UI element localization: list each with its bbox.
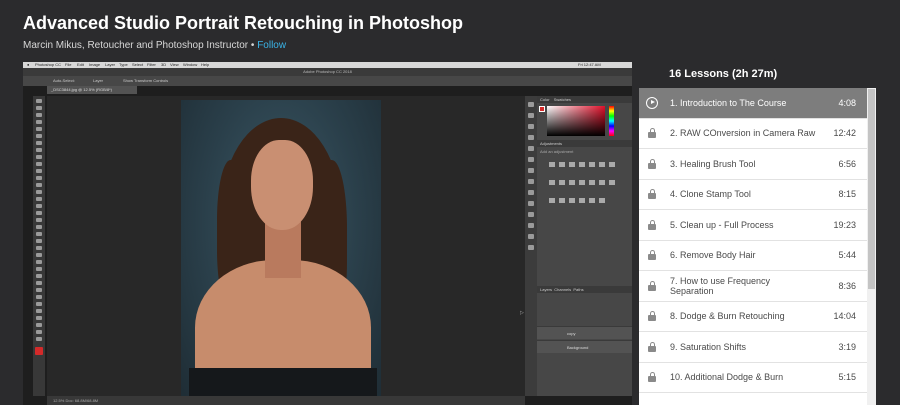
lesson-title: 5. Clean up - Full Process bbox=[670, 219, 774, 230]
hue-slider bbox=[609, 106, 614, 136]
lesson-item[interactable]: 2. RAW COnversion in Camera Raw 12:42 bbox=[639, 119, 867, 149]
lesson-duration: 14:04 bbox=[833, 311, 856, 322]
lesson-title: 8. Dodge & Burn Retouching bbox=[670, 311, 785, 322]
lessons-header: 16 Lessons (2h 27m) bbox=[669, 68, 778, 80]
menu-item: Help bbox=[201, 62, 210, 67]
tab-color: Color bbox=[540, 97, 550, 102]
lesson-duration: 8:36 bbox=[838, 280, 856, 291]
lock-icon bbox=[646, 188, 658, 200]
option-label: Layer bbox=[93, 78, 104, 83]
adjustments-header: Adjustments bbox=[537, 140, 632, 147]
cursor-icon: ▷ bbox=[520, 310, 524, 316]
tab-paths: Paths bbox=[573, 287, 584, 292]
tools-panel bbox=[33, 96, 45, 396]
option-label: Show Transform Controls bbox=[123, 78, 169, 83]
lesson-title: 9. Saturation Shifts bbox=[670, 341, 747, 352]
lesson-item[interactable]: 9. Saturation Shifts 3:19 bbox=[639, 332, 867, 363]
lesson-duration: 12:42 bbox=[833, 128, 856, 139]
tab-swatches: Swatches bbox=[553, 97, 572, 102]
layer-row: Background bbox=[537, 340, 632, 353]
lesson-duration: 4:08 bbox=[838, 97, 856, 108]
adjustments-subtitle: Add an adjustment bbox=[540, 149, 574, 154]
lesson-item[interactable]: 7. How to use Frequency Separation 8:36 bbox=[639, 271, 867, 302]
lesson-title: 10. Additional Dodge & Burn bbox=[670, 372, 784, 383]
author-name[interactable]: Marcin Mikus, Retoucher and Photoshop In… bbox=[23, 40, 248, 51]
portrait-photo bbox=[181, 100, 381, 405]
lock-icon bbox=[646, 310, 658, 322]
right-panels: Color Swatches Adjustments Add an adjust… bbox=[537, 96, 632, 396]
status-bar: 12.5% Doc: 68.8M/68.8M bbox=[47, 396, 525, 405]
lesson-item[interactable]: 4. Clone Stamp Tool 8:15 bbox=[639, 180, 867, 210]
lesson-title: 6. Remove Body Hair bbox=[670, 250, 756, 261]
lock-icon bbox=[646, 249, 658, 261]
lesson-duration: 19:23 bbox=[833, 219, 856, 230]
lesson-duration: 5:15 bbox=[838, 372, 856, 383]
foreground-color-swatch bbox=[539, 106, 545, 112]
option-label: Auto-Select: bbox=[53, 78, 75, 83]
lesson-item[interactable]: 8. Dodge & Burn Retouching 14:04 bbox=[639, 302, 867, 332]
document-tab: _DSC3844.jpg @ 12.5% (RGB/8*) bbox=[47, 86, 137, 94]
lesson-item[interactable]: 1. Introduction to The Course 4:08 bbox=[639, 88, 867, 119]
menu-item: Window bbox=[183, 62, 198, 67]
layers-panel-tabs: Layers Channels Paths bbox=[537, 286, 632, 293]
menu-item: Select bbox=[132, 62, 144, 67]
lesson-title: 1. Introduction to The Course bbox=[670, 97, 787, 108]
lesson-list: 1. Introduction to The Course 4:08 2. RA… bbox=[639, 88, 867, 405]
menu-item: Type bbox=[119, 62, 128, 67]
follow-button[interactable]: Follow bbox=[257, 40, 286, 51]
lock-icon bbox=[646, 280, 658, 292]
lesson-item[interactable]: 6. Remove Body Hair 5:44 bbox=[639, 241, 867, 271]
lesson-list-scrollbar[interactable] bbox=[867, 88, 876, 405]
lesson-duration: 3:19 bbox=[838, 341, 856, 352]
menu-item: Edit bbox=[77, 62, 84, 67]
adjustment-icons bbox=[547, 156, 617, 210]
menu-item: Filter bbox=[147, 62, 156, 67]
menu-item: File bbox=[65, 62, 72, 67]
lock-icon bbox=[646, 127, 658, 139]
lesson-duration: 6:56 bbox=[838, 158, 856, 169]
menu-item: Photoshop CC bbox=[35, 62, 62, 67]
lesson-duration: 5:44 bbox=[838, 250, 856, 261]
lesson-duration: 8:15 bbox=[838, 189, 856, 200]
menu-item: View bbox=[170, 62, 179, 67]
lesson-title: 7. How to use Frequency Separation bbox=[670, 275, 771, 296]
video-player[interactable]: ● Photoshop CC File Edit Image Layer Typ… bbox=[23, 62, 632, 405]
lock-icon bbox=[646, 158, 658, 170]
mac-clock: Fri 12:47 AM bbox=[578, 62, 601, 67]
separator: • bbox=[250, 40, 255, 51]
lesson-item[interactable]: 3. Healing Brush Tool 6:56 bbox=[639, 149, 867, 180]
apple-icon: ● bbox=[27, 62, 30, 67]
photoshop-window-title: Adobe Photoshop CC 2018 bbox=[23, 68, 632, 76]
menu-item: Image bbox=[89, 62, 101, 67]
lock-icon bbox=[646, 371, 658, 383]
tab-layers: Layers bbox=[540, 287, 553, 292]
color-panel-tabs: Color Swatches bbox=[537, 96, 632, 103]
color-picker-field bbox=[547, 106, 605, 136]
tab-channels: Channels bbox=[554, 287, 572, 292]
course-author-line: Marcin Mikus, Retoucher and Photoshop In… bbox=[23, 40, 286, 51]
lesson-title: 3. Healing Brush Tool bbox=[670, 158, 756, 169]
lesson-item[interactable]: 10. Additional Dodge & Burn 5:15 bbox=[639, 363, 867, 393]
lock-icon bbox=[646, 341, 658, 353]
scrollbar-thumb[interactable] bbox=[868, 89, 875, 289]
lesson-title: 4. Clone Stamp Tool bbox=[670, 189, 751, 200]
lesson-title: 2. RAW COnversion in Camera Raw bbox=[670, 128, 816, 139]
menu-item: 3D bbox=[161, 62, 167, 67]
menu-item: Layer bbox=[105, 62, 116, 67]
panel-icons-column bbox=[525, 96, 537, 396]
course-title: Advanced Studio Portrait Retouching in P… bbox=[23, 13, 463, 33]
options-bar: Auto-Select: Layer Show Transform Contro… bbox=[23, 76, 632, 86]
lesson-item[interactable]: 5. Clean up - Full Process 19:23 bbox=[639, 210, 867, 241]
lock-icon bbox=[646, 219, 658, 231]
layer-row: copy bbox=[537, 326, 632, 339]
play-icon bbox=[646, 96, 658, 109]
